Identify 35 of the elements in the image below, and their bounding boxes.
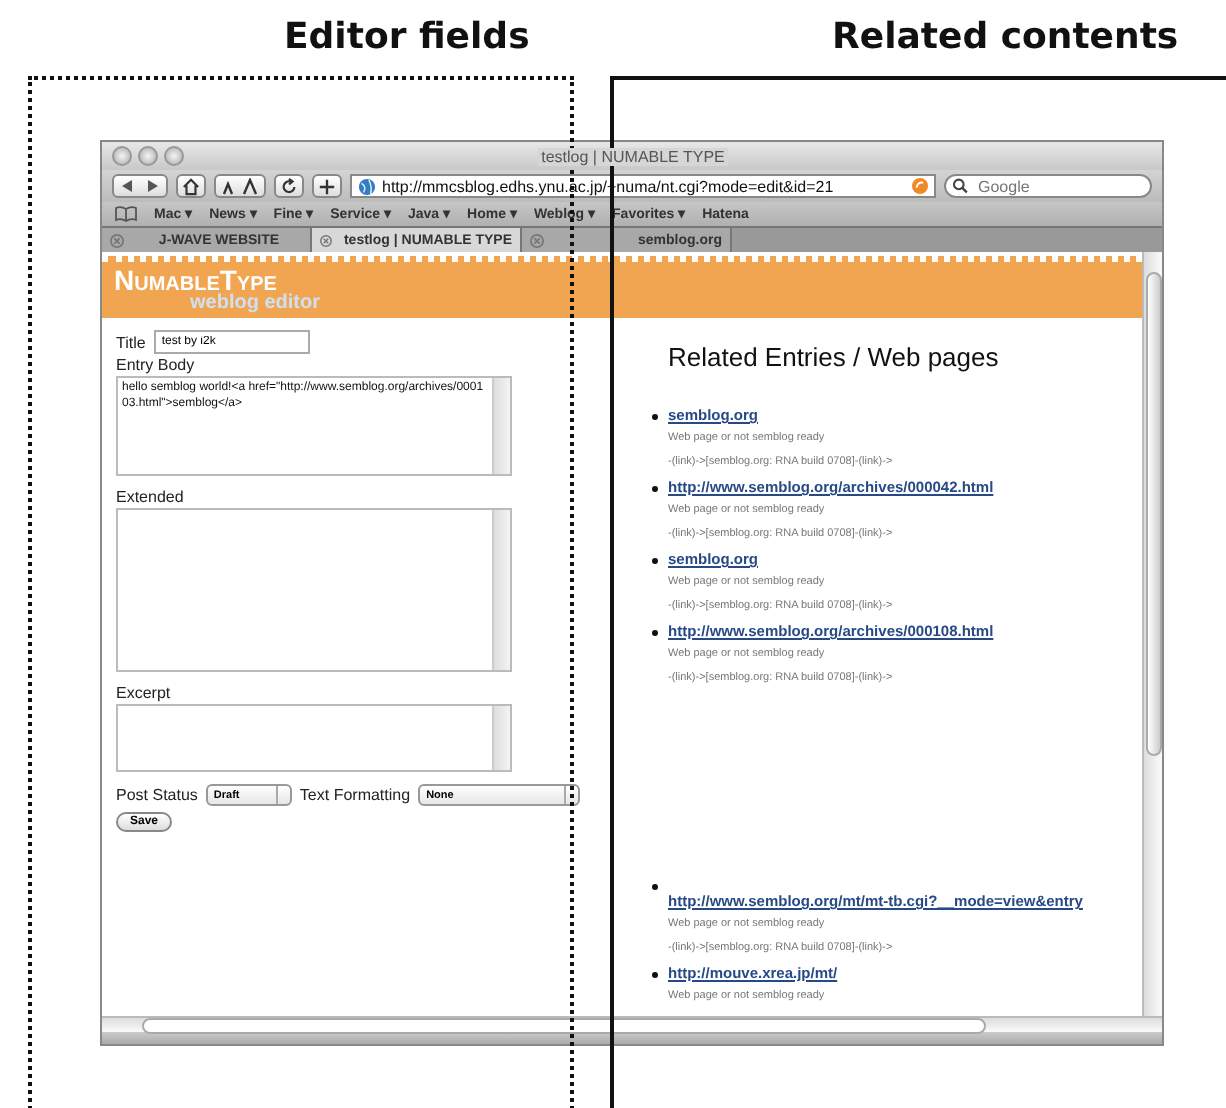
back-forward-icon (118, 178, 162, 194)
horizontal-scrollbar[interactable] (102, 1016, 1162, 1032)
field-label: Entry Body (116, 356, 197, 374)
reload-icon[interactable] (274, 174, 304, 198)
search-field[interactable]: Google (944, 174, 1152, 198)
vertical-scrollbar[interactable] (1142, 252, 1162, 1016)
bullet-icon (652, 558, 658, 564)
bookmarks-book-icon[interactable] (114, 206, 138, 222)
bullet-icon (652, 884, 658, 890)
logo-text: NumableType (114, 266, 277, 294)
annotation-label: Editor fields (284, 16, 530, 58)
field-label: Extended (116, 488, 186, 506)
section-heading: Related Entries / Web pages (668, 342, 1001, 372)
add-bookmark-button[interactable] (312, 174, 342, 198)
extended-textarea[interactable] (116, 508, 512, 672)
field-label: Text Formatting (299, 786, 411, 804)
feed-icon[interactable] (912, 178, 928, 194)
back-forward-button[interactable] (112, 174, 168, 198)
logo-subtitle: weblog editor (188, 294, 322, 312)
globe-icon (358, 177, 376, 195)
text-size-button[interactable] (214, 174, 266, 198)
field-label: Post Status (116, 786, 198, 804)
bullet-icon (652, 972, 658, 978)
bullet-icon (652, 486, 658, 492)
home-button[interactable] (176, 174, 206, 198)
bullet-icon (652, 414, 658, 420)
window-title: testlog | NUMABLE TYPE (537, 147, 729, 165)
field-label: Title (116, 333, 146, 351)
close-tab-icon[interactable] (110, 233, 124, 247)
annotation-label: Related contents (832, 16, 1179, 58)
field-label: Excerpt (116, 684, 173, 702)
close-tab-icon[interactable] (320, 233, 332, 247)
excerpt-textarea[interactable] (116, 704, 512, 772)
bullet-icon (652, 630, 658, 636)
close-tab-icon[interactable] (530, 233, 544, 247)
